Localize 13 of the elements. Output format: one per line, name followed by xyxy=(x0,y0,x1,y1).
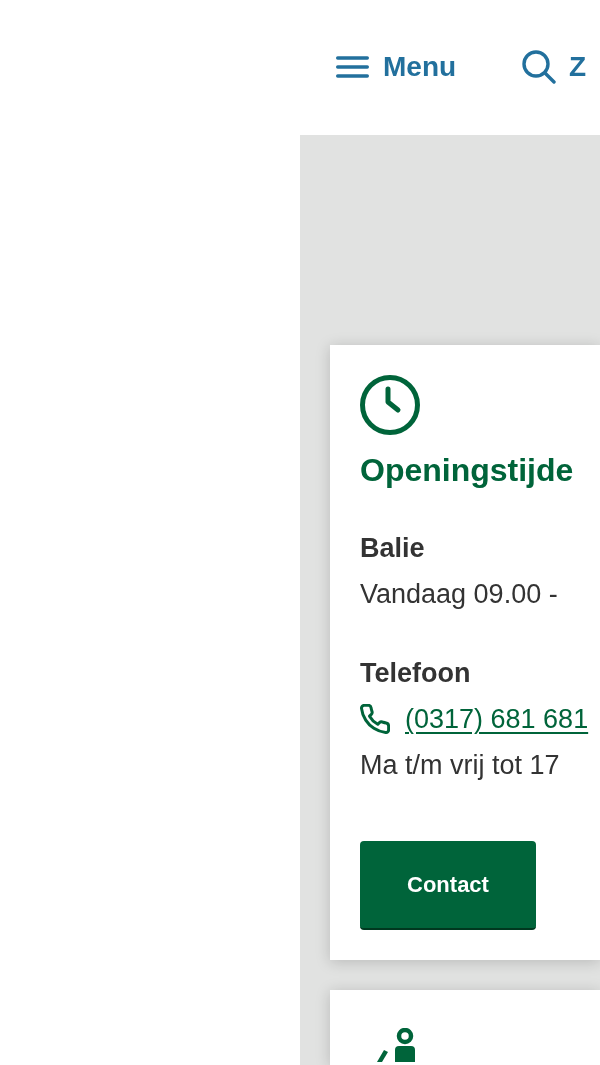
menu-icon xyxy=(336,55,369,78)
section-heading: Telefoon xyxy=(360,657,471,690)
search-button[interactable]: Z xyxy=(522,49,587,84)
menu-button[interactable]: Menu xyxy=(336,49,457,84)
info-text: Ma t/m vrij tot 17 xyxy=(360,749,560,782)
phone-link[interactable]: (0317) 681 681 xyxy=(405,696,589,742)
search-icon xyxy=(522,49,557,84)
contact-button[interactable]: Contact xyxy=(360,841,536,930)
section-heading: Balie xyxy=(360,532,425,565)
info-text: Vandaag 09.00 - xyxy=(360,578,558,611)
clock-icon xyxy=(360,375,420,435)
card-title: Openingstijde xyxy=(360,451,574,490)
phone-icon xyxy=(360,704,390,734)
